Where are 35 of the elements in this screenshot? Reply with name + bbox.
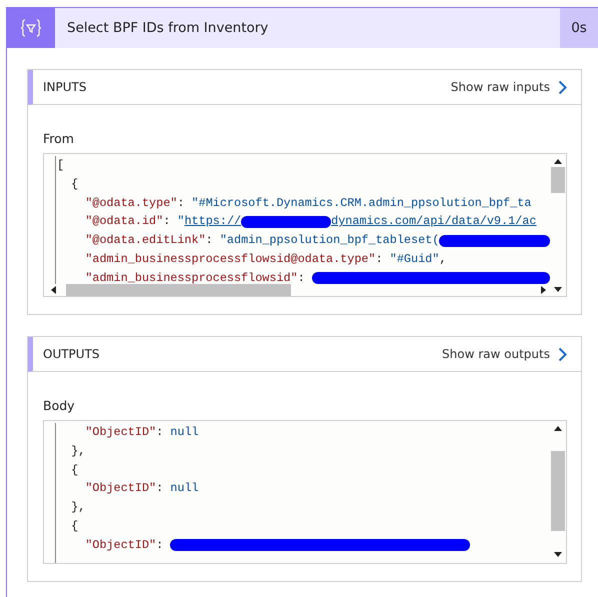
section-title: OUTPUTS <box>43 347 101 361</box>
scrollbar-thumb[interactable] <box>66 284 291 296</box>
code-line: "ObjectID": null <box>84 424 200 441</box>
scroll-down-icon[interactable] <box>554 551 562 559</box>
code-line: "@odata.editLink": "admin_ppsolution_bpf_tableset( <box>57 231 550 250</box>
code-line: { <box>70 462 80 479</box>
code-line: "@odata.type": "#Microsoft.Dynamics.CRM.admin_ppsolution_bpf_ta <box>84 194 532 212</box>
scrollbar-thumb[interactable] <box>551 451 565 531</box>
code-line: "admin_businessprocessflowsid@odata.type": "#Guid", <box>84 250 448 268</box>
scroll-down-icon[interactable] <box>554 286 562 294</box>
code-viewer[interactable] <box>43 153 567 297</box>
scroll-left-icon[interactable] <box>50 286 58 294</box>
field-label: Body <box>43 398 76 413</box>
code-line: "ObjectID": null <box>84 480 200 498</box>
section-title: INPUTS <box>43 80 88 94</box>
code-line: { <box>70 176 80 193</box>
show-raw-link[interactable]: Show raw outputs <box>442 346 567 362</box>
action-header[interactable]: Select BPF IDs from Inventory 0s <box>7 8 598 48</box>
field-label: From <box>43 131 75 146</box>
code-line: "@odata.id": "https:// dynamics.com/api/data/v9.1/ac <box>84 213 538 230</box>
duration-label: 0s <box>560 8 598 48</box>
code-line: }, <box>70 499 86 516</box>
code-line: "ObjectID": <box>57 536 550 555</box>
code-line: "admin_businessprocessflowsid": <box>57 268 550 288</box>
code-line: }, <box>70 442 86 460</box>
chevron-right-icon <box>558 80 567 94</box>
code-line: [ <box>57 157 66 174</box>
code-viewer[interactable]: "ObjectID": null }, { "ObjectID": null }, { "ObjectID": <box>43 420 567 564</box>
braces-filter-icon <box>20 19 42 37</box>
action-title: Select BPF IDs from Inventory <box>66 19 270 38</box>
chevron-right-icon <box>558 346 567 362</box>
scrollbar-thumb[interactable] <box>551 167 565 193</box>
scroll-up-icon[interactable] <box>554 425 562 433</box>
show-raw-link[interactable]: Show raw inputs <box>450 80 567 94</box>
code-line: { <box>70 518 80 535</box>
